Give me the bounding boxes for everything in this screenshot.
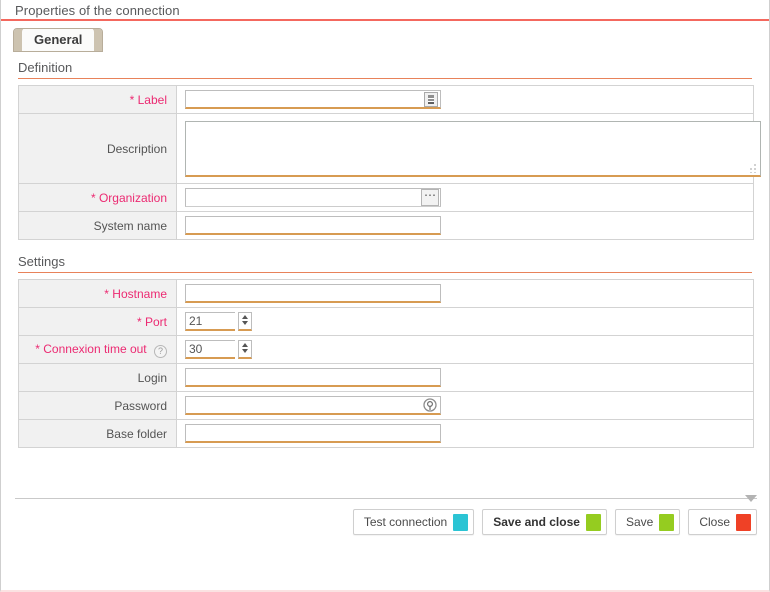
port-increment-icon[interactable] <box>239 313 251 320</box>
label-text: System name <box>93 218 167 233</box>
label-text: Connexion time out <box>43 341 147 356</box>
field-label-label: * Label <box>18 85 177 114</box>
table-row: Password <box>18 391 754 420</box>
label-input-wrap <box>185 90 441 109</box>
save-and-close-label: Save and close <box>493 515 580 529</box>
table-row: * Label <box>18 85 754 114</box>
field-label-port: * Port <box>18 307 177 336</box>
table-row: Base folder <box>18 419 754 448</box>
field-label-hostname: * Hostname <box>18 279 177 308</box>
settings-form-table: * Hostname * Port 21 * Connexion time ou… <box>18 279 754 448</box>
section-heading-settings: Settings <box>18 254 752 273</box>
label-text: Port <box>144 314 167 329</box>
ellipsis-browse-icon[interactable]: ⋯ <box>421 189 439 206</box>
test-connection-chip <box>453 514 469 531</box>
save-and-close-button[interactable]: Save and close <box>482 509 607 535</box>
password-input[interactable] <box>185 396 441 415</box>
label-input[interactable] <box>185 90 441 109</box>
port-spinner-buttons <box>238 312 253 331</box>
label-text: Organization <box>98 190 167 205</box>
base-folder-input[interactable] <box>185 424 441 443</box>
field-label-organization: * Organization <box>18 183 177 212</box>
field-cell-label <box>176 85 754 114</box>
definition-form-table: * Label Description * Organization ⋯ Sys… <box>18 85 761 240</box>
properties-dialog: Properties of the connection General Def… <box>0 0 770 592</box>
field-label-login: Login <box>18 363 177 392</box>
organization-input-wrap: ⋯ <box>185 188 441 207</box>
label-text: Hostname <box>112 286 167 301</box>
field-label-connexion-time-out: * Connexion time out ? <box>18 335 177 364</box>
field-label-base-folder: Base folder <box>18 419 177 448</box>
close-label: Close <box>699 515 730 529</box>
field-cell-password <box>176 391 754 420</box>
save-chip <box>659 514 675 531</box>
description-input-wrap <box>185 117 761 180</box>
key-reveal-icon[interactable] <box>423 398 437 412</box>
field-cell-description <box>176 113 761 184</box>
table-row: System name <box>18 211 754 240</box>
label-text: Password <box>114 398 167 413</box>
organization-input[interactable] <box>185 188 441 207</box>
dialog-title-bar: Properties of the connection <box>1 0 769 21</box>
timeout-stepper <box>185 340 253 359</box>
field-cell-hostname <box>176 279 754 308</box>
field-label-system-name: System name <box>18 211 177 240</box>
save-label: Save <box>625 515 654 529</box>
port-input[interactable] <box>185 312 235 331</box>
port-decrement-icon[interactable] <box>239 320 251 327</box>
tab-strip: General <box>1 21 769 52</box>
save-button[interactable]: Save <box>614 509 681 535</box>
close-chip <box>736 514 751 531</box>
tab-general-label: General <box>34 32 83 47</box>
required-asterisk: * <box>35 341 40 356</box>
tab-general[interactable]: General <box>13 28 104 52</box>
test-connection-label: Test connection <box>363 515 448 529</box>
timeout-input[interactable] <box>185 340 235 359</box>
table-row: * Port <box>18 307 754 336</box>
field-cell-system-name <box>176 211 754 240</box>
close-button[interactable]: Close <box>688 509 757 535</box>
footer-button-bar: Test connection Save and close Save Clos… <box>352 509 757 535</box>
hostname-input[interactable] <box>185 284 441 303</box>
field-cell-login <box>176 363 754 392</box>
table-row: * Hostname <box>18 279 754 308</box>
system-name-input[interactable] <box>185 216 441 235</box>
collapse-caret-icon[interactable] <box>745 495 757 502</box>
section-heading-definition: Definition <box>18 60 752 79</box>
translate-icon[interactable] <box>424 92 438 107</box>
field-cell-base-folder <box>176 419 754 448</box>
test-connection-button[interactable]: Test connection <box>352 509 475 535</box>
login-input[interactable] <box>185 368 441 387</box>
description-textarea[interactable] <box>185 121 761 177</box>
table-row: Description <box>18 113 761 184</box>
label-text: Description <box>106 141 167 156</box>
required-asterisk: * <box>90 190 96 205</box>
timeout-spinner-buttons <box>238 340 253 359</box>
label-text: Base folder <box>106 426 167 441</box>
timeout-increment-icon[interactable] <box>239 341 251 348</box>
table-row: Login <box>18 363 754 392</box>
table-row: * Organization ⋯ <box>18 183 754 212</box>
help-icon[interactable]: ? <box>154 344 167 358</box>
field-cell-port <box>176 307 754 336</box>
password-input-wrap <box>185 396 441 415</box>
port-stepper <box>185 312 253 331</box>
required-asterisk: * <box>104 286 109 301</box>
timeout-decrement-icon[interactable] <box>239 348 251 355</box>
field-label-description: Description <box>18 113 177 184</box>
label-text: Label <box>137 92 167 107</box>
field-label-password: Password <box>18 391 177 420</box>
required-asterisk: * <box>129 92 135 107</box>
page-title: Properties of the connection <box>15 3 180 18</box>
field-cell-organization: ⋯ <box>176 183 754 212</box>
required-asterisk: * <box>136 314 142 329</box>
label-text: Login <box>137 370 167 385</box>
field-cell-connexion-time-out <box>176 335 754 364</box>
footer-separator <box>15 498 757 499</box>
table-row: * Connexion time out ? <box>18 335 754 364</box>
save-and-close-chip <box>585 514 601 531</box>
